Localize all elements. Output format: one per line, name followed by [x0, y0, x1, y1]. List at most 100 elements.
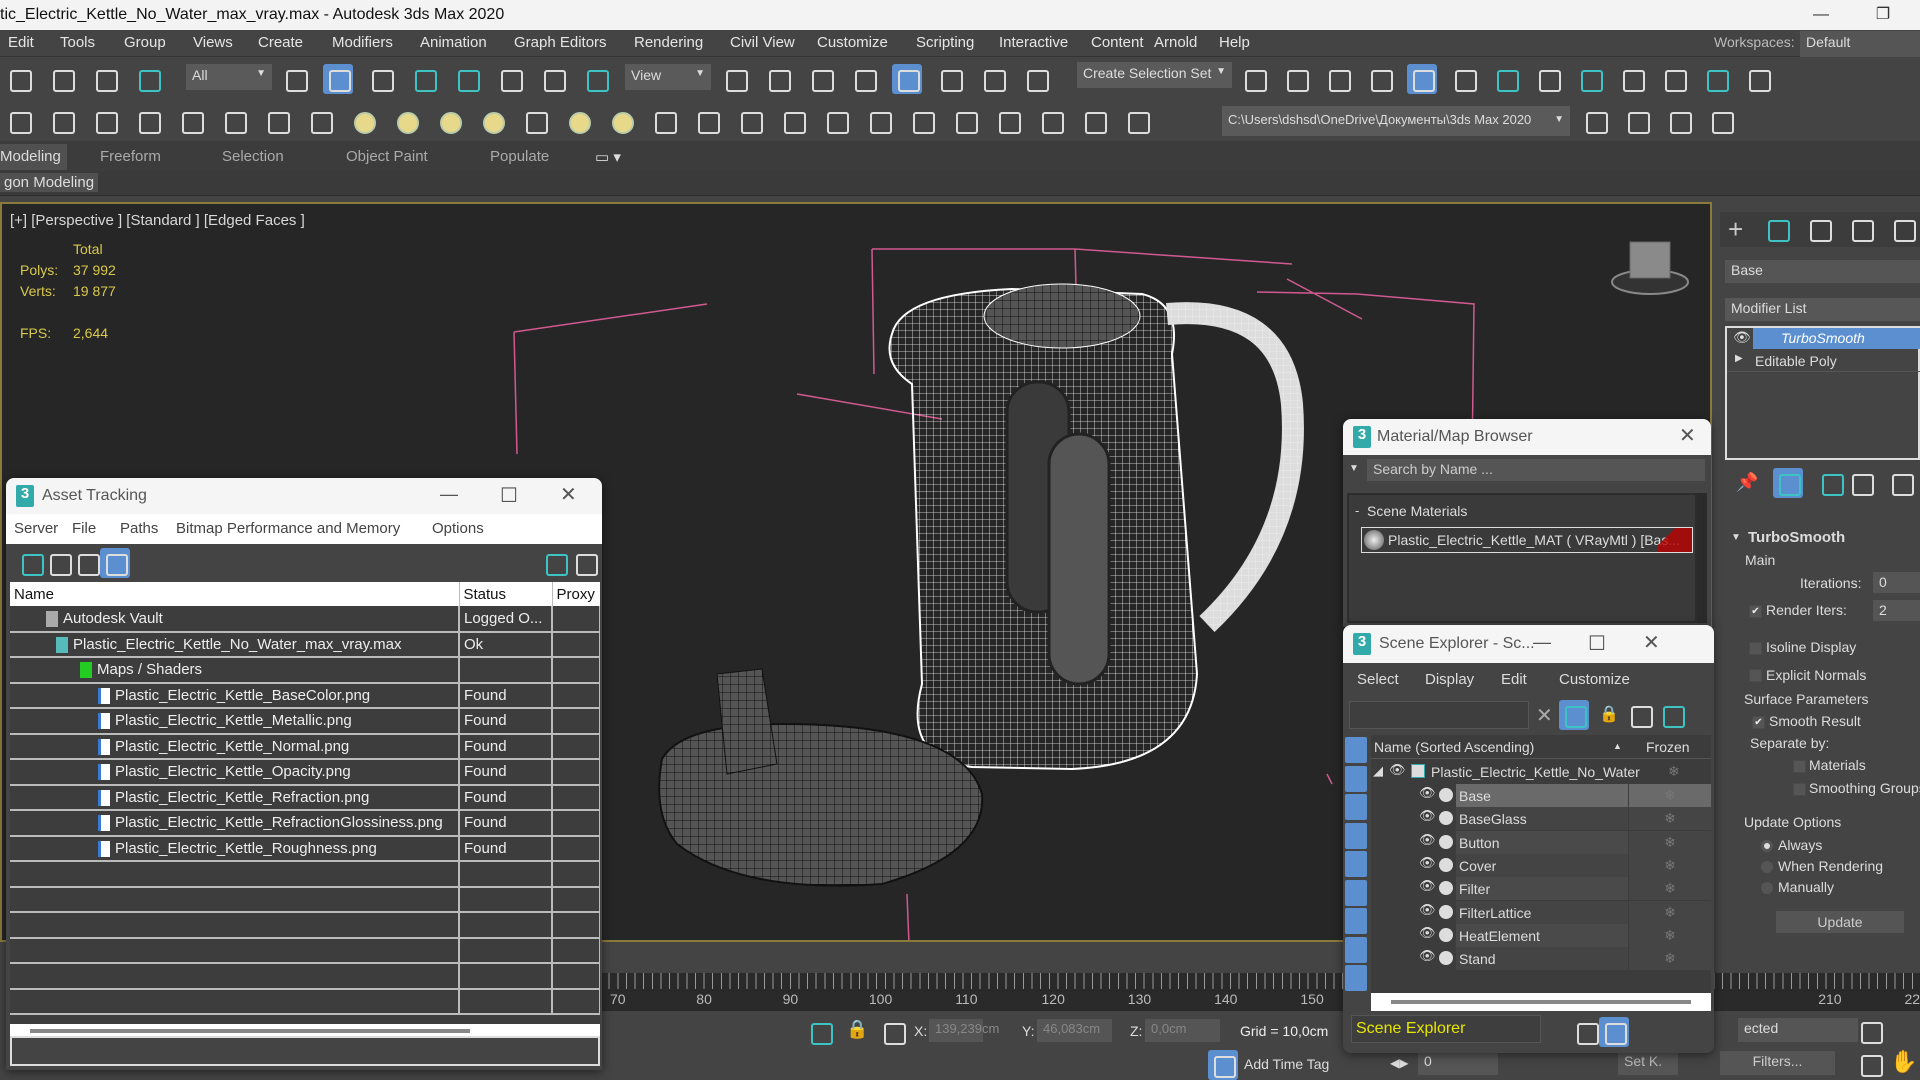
menu-content[interactable]: Content — [1091, 34, 1144, 51]
layer-list-icon[interactable] — [133, 106, 163, 136]
asset-row[interactable]: Plastic_Electric_Kettle_Opacity.png Found — [10, 759, 600, 786]
ribbon-tab-object-paint[interactable]: Object Paint — [346, 148, 428, 165]
tree-row[interactable]: 👁 HeatElement ❄ — [1371, 923, 1711, 947]
set-project-folder-icon[interactable] — [1622, 106, 1652, 136]
visibility-eye-icon[interactable]: 👁 — [1419, 832, 1436, 848]
modifier-stack-item[interactable]: 👁 TurboSmooth — [1727, 328, 1920, 349]
ribbon-tab-populate[interactable]: Populate — [490, 148, 549, 165]
key-mode-dropdown[interactable]: ected — [1738, 1018, 1858, 1042]
place-icon[interactable] — [720, 64, 750, 94]
render-setup-icon[interactable] — [1533, 64, 1563, 94]
vray-clipper-icon[interactable] — [907, 106, 937, 136]
frozen-icon[interactable]: ❄ — [1629, 853, 1711, 877]
maximize-button[interactable]: ☐ — [1588, 631, 1606, 656]
camera-target-icon[interactable] — [262, 106, 292, 136]
modify-tab-icon[interactable] — [1762, 214, 1792, 244]
selection-lock-icon[interactable] — [805, 1017, 835, 1047]
frozen-icon[interactable]: ❄ — [1629, 784, 1711, 807]
field-of-view-icon[interactable] — [1855, 1049, 1885, 1079]
se-menu-display[interactable]: Display — [1425, 671, 1474, 688]
menu-arnold[interactable]: Arnold — [1154, 34, 1197, 51]
render-iters-checkbox[interactable]: ✔ — [1749, 605, 1762, 618]
isoline-display-checkbox[interactable] — [1749, 642, 1762, 655]
select-by-name-icon[interactable] — [366, 64, 396, 94]
vray-scene-icon[interactable] — [1079, 106, 1109, 136]
project-paths-icon[interactable] — [1706, 106, 1736, 136]
menu-create[interactable]: Create — [258, 34, 303, 51]
tree-row[interactable]: 👁 FilterLattice ❄ — [1371, 900, 1711, 924]
hierarchy-icon[interactable] — [1625, 700, 1655, 730]
menu-edit[interactable]: Edit — [8, 34, 34, 51]
lock-icon[interactable]: 🔒 — [1599, 704, 1619, 724]
close-button[interactable]: ✕ — [1679, 423, 1696, 448]
frozen-icon[interactable]: ❄ — [1629, 877, 1711, 901]
explicit-normals-checkbox[interactable] — [1749, 669, 1762, 682]
render-cloud-icon[interactable] — [1701, 64, 1731, 94]
rectangular-selection-icon[interactable] — [409, 64, 439, 94]
sphere-light-icon[interactable] — [434, 106, 464, 136]
minimize-button[interactable]: — — [440, 484, 458, 505]
vray-proxy-icon[interactable] — [692, 106, 722, 136]
frozen-icon[interactable]: ❄ — [1629, 830, 1711, 854]
hierarchy-tab-icon[interactable] — [1804, 214, 1834, 244]
current-frame-field[interactable]: 0 — [1418, 1051, 1498, 1075]
ribbon-options-icon[interactable]: ▭ ▾ — [595, 148, 621, 166]
display-tab-icon[interactable] — [1888, 214, 1918, 244]
display-xrefs-icon[interactable] — [1345, 936, 1367, 963]
display-shapes-icon[interactable] — [1345, 765, 1367, 792]
at-menu-bitmap-performance-and-memory[interactable]: Bitmap Performance and Memory — [176, 520, 400, 537]
ribbon-tab-freeform[interactable]: Freeform — [100, 148, 161, 165]
menu-graph-editors[interactable]: Graph Editors — [514, 34, 607, 51]
make-unique-icon[interactable] — [1816, 468, 1846, 498]
bind-space-warp-icon[interactable] — [280, 64, 310, 94]
menu-group[interactable]: Group — [124, 34, 166, 51]
at-menu-server[interactable]: Server — [14, 520, 58, 537]
visibility-eye-icon[interactable]: 👁 — [1419, 948, 1436, 964]
close-button[interactable]: ✕ — [1643, 630, 1660, 655]
frozen-icon[interactable]: ❄ — [1629, 900, 1711, 924]
asset-row[interactable]: Plastic_Electric_Kettle_RefractionGlossi… — [10, 810, 600, 837]
menu-modifiers[interactable]: Modifiers — [332, 34, 393, 51]
list-view-icon[interactable] — [44, 548, 74, 578]
help-icon[interactable] — [570, 548, 600, 578]
render-production-icon[interactable] — [1617, 64, 1647, 94]
se-menu-select[interactable]: Select — [1357, 671, 1399, 688]
pin-stack-icon[interactable]: 📌 — [1736, 472, 1758, 493]
iterations-spinner[interactable]: 0 — [1873, 572, 1920, 593]
menu-customize[interactable]: Customize — [817, 34, 888, 51]
smoothing-groups-checkbox[interactable] — [1793, 783, 1806, 796]
column-header-name[interactable]: Name — [10, 582, 460, 606]
dome-light-icon[interactable] — [391, 106, 421, 136]
collapse-arrow-icon[interactable]: ◢ — [1373, 763, 1383, 779]
rotate-icon[interactable] — [538, 64, 568, 94]
frozen-icon[interactable]: ❄ — [1629, 923, 1711, 947]
visibility-eye-icon[interactable]: 👁 — [1419, 855, 1436, 871]
group-collapse-icon[interactable]: - — [1355, 503, 1359, 518]
show-end-result-icon[interactable] — [1773, 468, 1803, 498]
frozen-icon[interactable]: ❄ — [1629, 807, 1711, 831]
asset-row[interactable]: Autodesk Vault Logged O... — [10, 606, 600, 633]
vertical-scrollbar[interactable] — [1697, 493, 1707, 623]
vray-grass-icon[interactable] — [821, 106, 851, 136]
display-geometry-icon[interactable] — [1345, 737, 1367, 763]
scene-search-input[interactable] — [1349, 701, 1529, 729]
frame-nav-icon[interactable]: ◀▶ — [1390, 1056, 1408, 1070]
lock-icon[interactable]: 🔒 — [846, 1019, 868, 1040]
angle-snap-icon[interactable] — [892, 64, 922, 94]
column-header-frozen[interactable]: Frozen — [1646, 739, 1690, 755]
modifier-list-dropdown[interactable]: Modifier List — [1725, 298, 1920, 321]
se-menu-customize[interactable]: Customize — [1559, 671, 1630, 688]
render-iters-spinner[interactable]: 2 — [1873, 600, 1920, 621]
expand-hierarchy-icon[interactable] — [1657, 700, 1687, 730]
y-coordinate-field[interactable]: 46,083cm — [1037, 1019, 1112, 1042]
path-field[interactable] — [10, 1036, 600, 1066]
snaps-toggle-icon[interactable] — [849, 64, 879, 94]
unlink-icon[interactable] — [133, 64, 163, 94]
selection-set-dropdown[interactable]: Create Selection Set ▼ — [1077, 62, 1232, 88]
layer-explorer-icon[interactable] — [1365, 64, 1395, 94]
frozen-icon[interactable]: ❄ — [1629, 947, 1711, 971]
add-time-tag-button[interactable]: Add Time Tag — [1244, 1056, 1329, 1072]
scene-materials-group[interactable]: Scene Materials — [1367, 503, 1467, 519]
asset-row[interactable]: Maps / Shaders — [10, 657, 600, 684]
tree-row[interactable]: 👁 BaseGlass ❄ — [1371, 807, 1711, 831]
